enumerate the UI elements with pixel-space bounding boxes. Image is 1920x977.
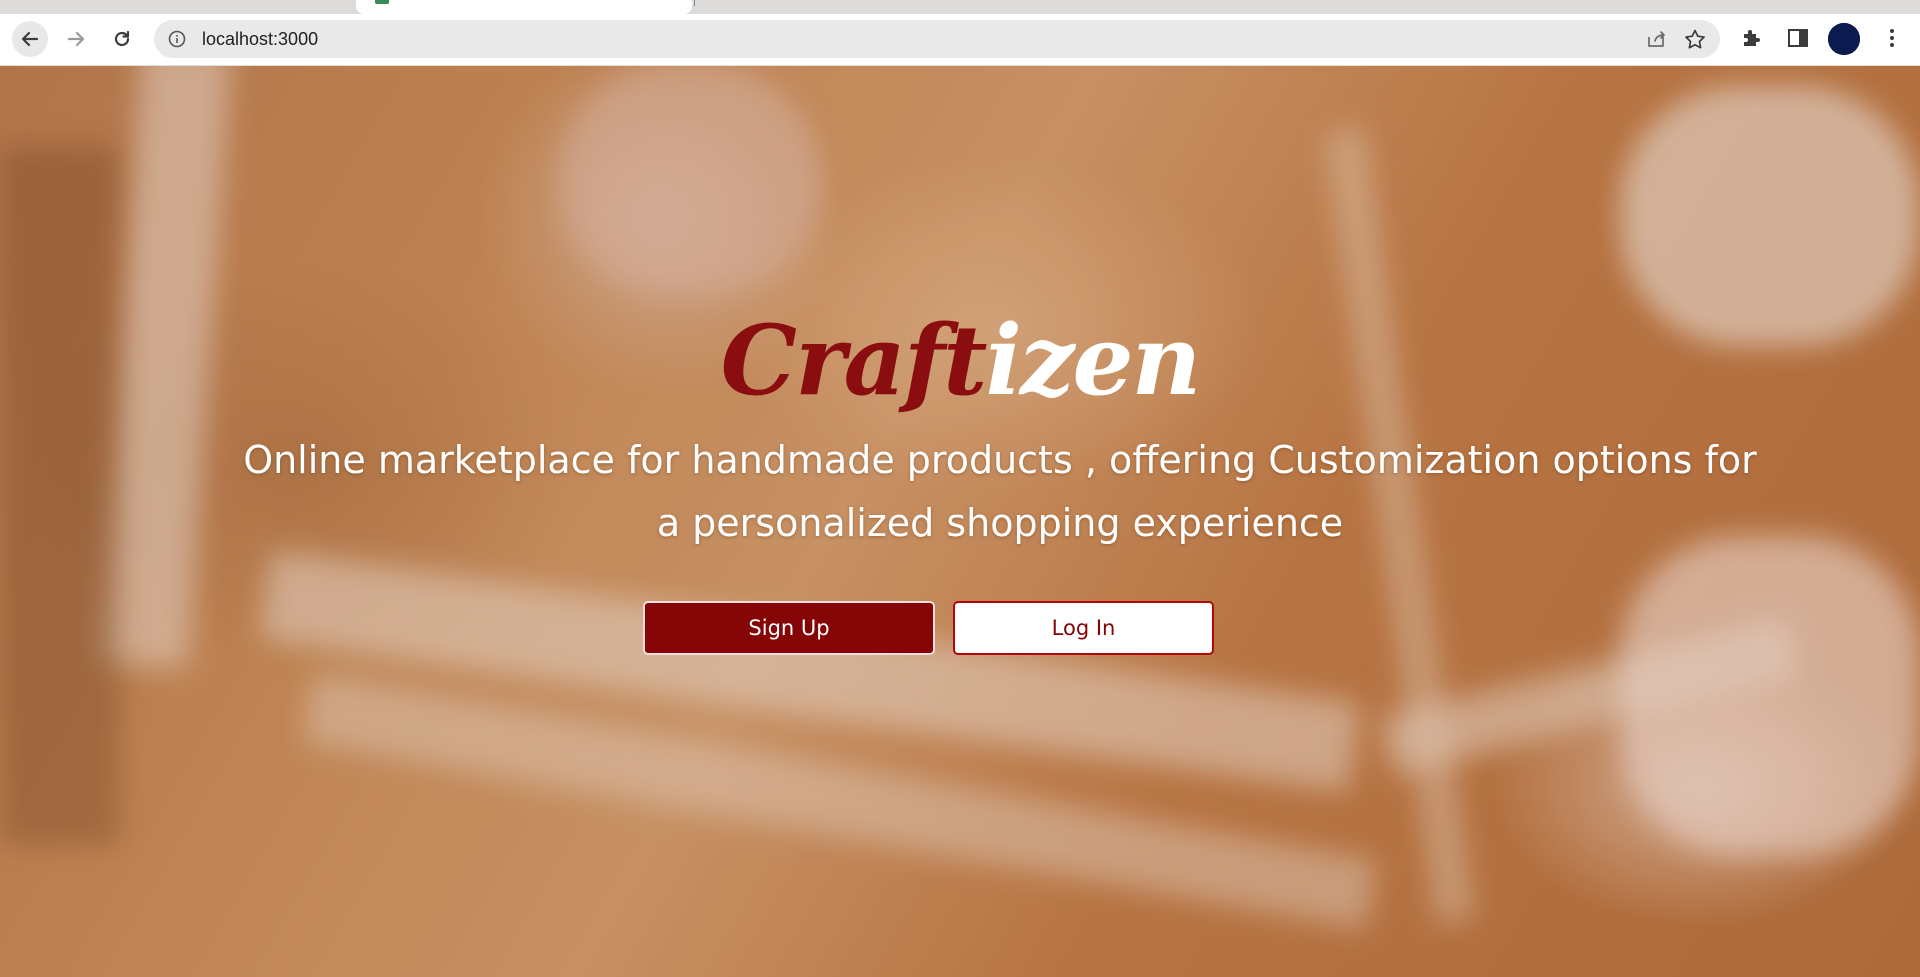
active-tab[interactable] — [356, 0, 692, 14]
forward-button[interactable] — [58, 21, 94, 57]
hero-section: Craftizen Online marketplace for handmad… — [0, 66, 1920, 977]
reload-button[interactable] — [104, 21, 140, 57]
log-in-button[interactable]: Log In — [953, 601, 1214, 655]
puzzle-icon[interactable] — [1740, 26, 1764, 50]
tab-favicon — [375, 0, 389, 4]
logo-text-part2: izen — [985, 304, 1201, 417]
share-icon[interactable] — [1646, 29, 1668, 49]
star-icon[interactable] — [1684, 29, 1706, 49]
address-bar[interactable]: localhost:3000 — [154, 20, 1720, 58]
reload-icon — [114, 30, 130, 47]
logo-text-part1: Craft — [720, 304, 988, 417]
vertical-dots-icon[interactable] — [1880, 26, 1904, 50]
profile-avatar[interactable] — [1828, 23, 1860, 55]
hero-tagline: Online marketplace for handmade products… — [243, 438, 1757, 545]
back-button[interactable] — [12, 21, 48, 57]
arrow-right-icon — [67, 31, 85, 47]
side-panel-icon[interactable] — [1786, 26, 1810, 50]
browser-toolbar: localhost:3000 — [0, 14, 1920, 66]
sign-up-button[interactable]: Sign Up — [643, 601, 935, 655]
url-text[interactable]: localhost:3000 — [202, 20, 318, 58]
arrow-left-icon — [21, 31, 39, 47]
tab-strip — [0, 0, 1920, 14]
info-circle-icon[interactable] — [168, 30, 186, 48]
tab-divider — [694, 0, 695, 6]
brand-logo: Craftizen — [0, 306, 1920, 416]
